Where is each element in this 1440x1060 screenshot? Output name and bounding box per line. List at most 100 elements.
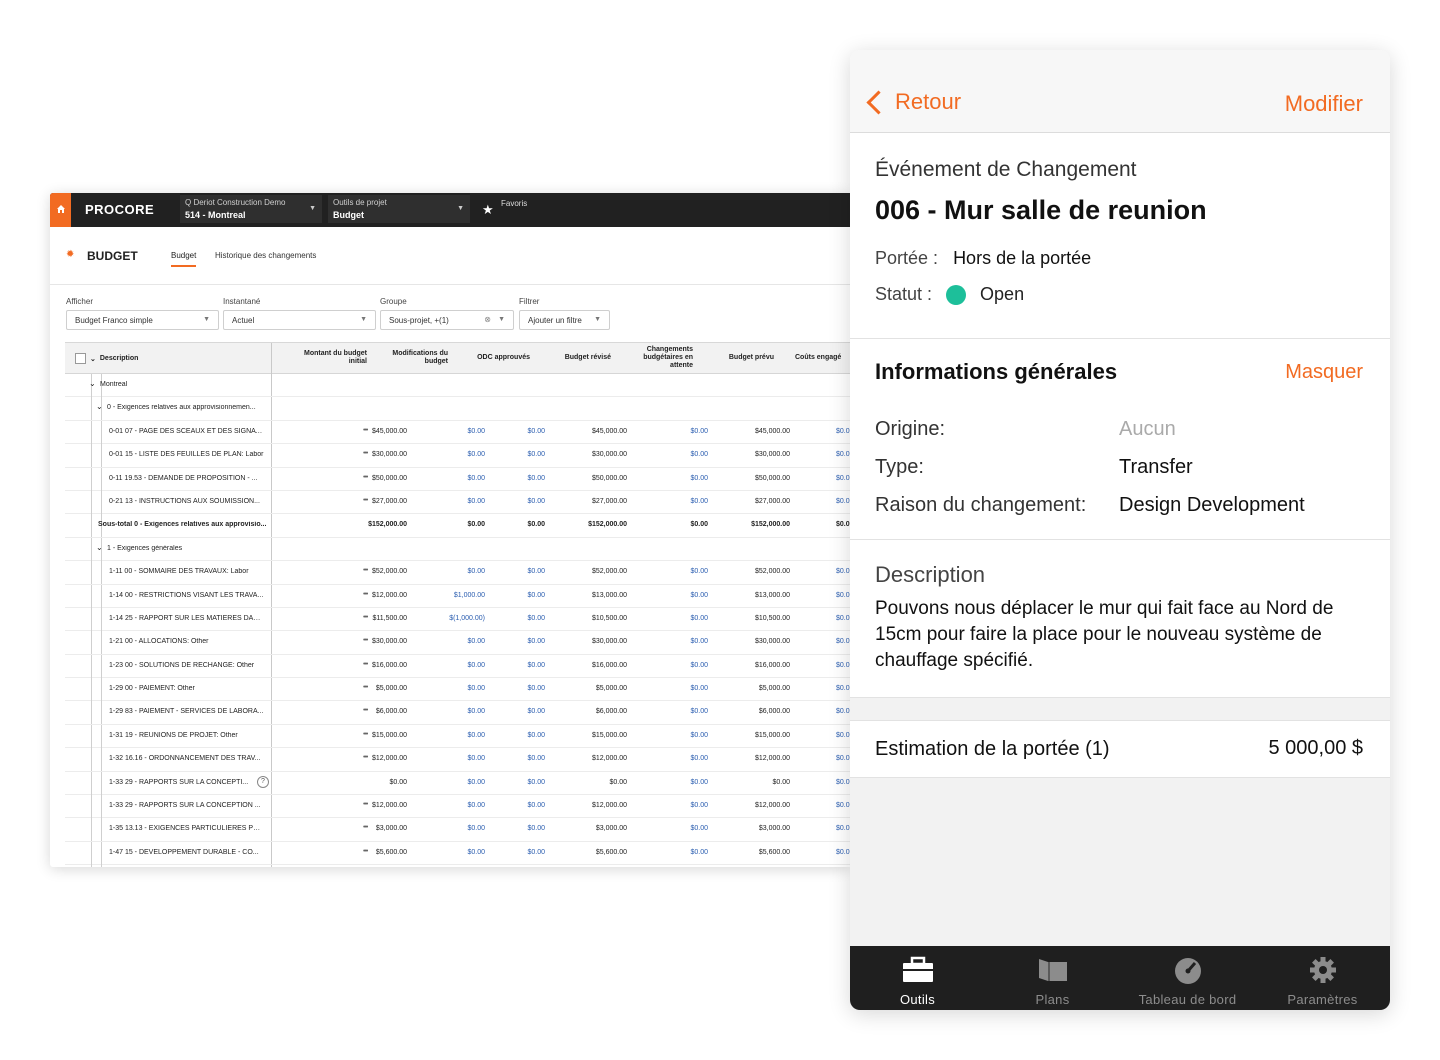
more-options-icon[interactable]: ••• [363,567,368,574]
tab-change-history[interactable]: Historique des changements [215,251,316,260]
info-icon[interactable]: ? [257,775,269,788]
row-value[interactable]: $1,000.00 [454,592,485,599]
table-row[interactable]: 1-11 00 - SOMMAIRE DES TRAVAUX: Labor $52… [65,561,850,585]
group-row[interactable]: ⌄ Montreal [65,374,850,398]
table-row[interactable]: 1-21 00 - ALLOCATIONS: Other $30,000.00 $0… [65,631,850,655]
row-value[interactable]: $0.00 [527,615,545,622]
row-value[interactable]: $0.00 [467,475,485,482]
header-projected-budget[interactable]: Budget prévu [705,343,774,373]
chevron-down-icon[interactable]: ⌄ [89,379,96,388]
chevron-down-icon[interactable]: ⌄ [90,355,96,363]
row-value[interactable]: $0.00 [527,521,545,528]
group-select[interactable]: Sous-projet, +(1) ⊗ ▼ [380,310,514,330]
row-value[interactable]: $0.00 [527,568,545,575]
snapshot-select[interactable]: Actuel ▼ [223,310,376,330]
row-value[interactable]: $0.00 [690,662,708,669]
row-value[interactable]: $0.00 [690,498,708,505]
more-options-icon[interactable]: ••• [363,848,368,855]
table-row[interactable]: 1-14 00 - RESTRICTIONS VISANT LES TRAVA.… [65,584,850,608]
row-value[interactable]: $0.00 [527,732,545,739]
row-value[interactable]: $0.00 [527,685,545,692]
edit-button[interactable]: Modifier [1285,91,1363,117]
more-options-icon[interactable]: ••• [363,684,368,691]
table-row[interactable]: 1-33 29 - RAPPORTS SUR LA CONCEPTION ...… [65,795,850,819]
row-value[interactable]: $0.00 [467,568,485,575]
row-value[interactable]: $0.00 [527,825,545,832]
more-options-icon[interactable]: ••• [363,754,368,761]
tool-selector[interactable]: Outils de projet Budget ▼ [328,195,470,223]
header-approved-cos[interactable]: ODC approuvés [460,343,530,373]
row-value[interactable]: $0.00 [527,802,545,809]
row-value[interactable]: $0.00 [690,638,708,645]
scope-estimate-row[interactable]: Estimation de la portée (1) 5 000,00 $ [850,721,1390,778]
clear-icon[interactable]: ⊗ [484,315,491,324]
more-options-icon[interactable]: ••• [363,801,368,808]
more-options-icon[interactable]: ••• [363,824,368,831]
header-budget-modifications[interactable]: Modifications du budget [380,343,448,373]
table-row[interactable]: 1-35 13.13 - EXIGENCES PARTICULIÈRES PO.… [65,818,850,842]
row-value[interactable]: $0.00 [690,802,708,809]
more-options-icon[interactable]: ••• [363,637,368,644]
row-value[interactable]: $0.00 [467,451,485,458]
row-value[interactable]: $0.00 [527,849,545,856]
table-row[interactable]: 1-29 83 - PAIEMENT - SERVICES DE LABORA.… [65,701,850,725]
row-value[interactable]: $0.00 [690,732,708,739]
row-value[interactable]: $0.00 [527,662,545,669]
group-row[interactable]: ⌄ 0 - Exigences relatives aux approvisio… [65,397,850,421]
row-value[interactable]: $0.00 [690,568,708,575]
table-row[interactable]: 1-14 25 - RAPPORT SUR LES MATIÈRES DAN..… [65,607,850,632]
row-value[interactable]: $(1,000.00) [449,615,485,622]
table-row[interactable]: 0-01 15 - LISTE DES FEUILLES DE PLAN: La… [65,444,850,468]
row-value[interactable]: $0.00 [527,638,545,645]
tab-dashboard[interactable]: Tableau de bord [1120,946,1255,1010]
row-value[interactable]: $0.00 [467,498,485,505]
row-value[interactable]: $0.00 [690,779,708,786]
group-row[interactable]: ⌄ 1 - Exigences générales [65,537,850,562]
more-options-icon[interactable]: ••• [363,474,368,481]
row-value[interactable]: $0.00 [467,802,485,809]
row-value[interactable]: $0.00 [467,428,485,435]
table-row[interactable]: 0-21 13 - INSTRUCTIONS AUX SOUMISSION...… [65,490,850,515]
row-value[interactable]: $0.00 [527,428,545,435]
favorites-link[interactable]: Favoris [501,199,527,208]
row-value[interactable]: $0.00 [527,475,545,482]
table-row[interactable]: 1-31 19 - RÉUNIONS DE PROJET: Other $15,0… [65,724,850,749]
row-value[interactable]: $0.00 [690,708,708,715]
tab-outils[interactable]: Outils [850,946,985,1010]
header-committed-costs[interactable]: Coûts engagé [795,343,850,373]
chevron-down-icon[interactable]: ⌄ [96,402,103,411]
row-value[interactable]: $0.00 [467,779,485,786]
row-value[interactable]: $0.00 [527,498,545,505]
more-options-icon[interactable]: ••• [363,707,368,714]
header-pending-changes[interactable]: Changements budgétaires en attente [625,343,693,373]
row-value[interactable]: $0.00 [467,685,485,692]
tab-settings[interactable]: Paramètres [1255,946,1390,1010]
row-value[interactable]: $0.00 [690,428,708,435]
row-value[interactable]: $0.00 [690,451,708,458]
row-value[interactable]: $0.00 [467,708,485,715]
row-value[interactable]: $0.00 [690,475,708,482]
row-value[interactable]: $0.00 [690,592,708,599]
more-options-icon[interactable]: ••• [363,731,368,738]
more-options-icon[interactable]: ••• [363,591,368,598]
row-value[interactable]: $0.00 [527,708,545,715]
row-value[interactable]: $0.00 [467,755,485,762]
select-all-checkbox[interactable] [75,353,86,364]
table-row[interactable]: 1-32 16.16 - ORDONNANCEMENT DES TRAV... $… [65,748,850,772]
row-value[interactable]: $0.00 [690,755,708,762]
tab-budget[interactable]: Budget [171,251,197,267]
subtotal-row[interactable]: Sous-total 0 - Exigences relatives aux a… [65,514,850,538]
more-options-icon[interactable]: ••• [363,450,368,457]
row-value[interactable]: $0.00 [690,615,708,622]
more-options-icon[interactable]: ••• [363,427,368,434]
table-row[interactable]: 1-47 15 - DÉVELOPPEMENT DURABLE - CO... $… [65,841,850,866]
row-value[interactable]: $0.00 [690,521,708,528]
table-row[interactable]: 1-23 00 - SOLUTIONS DE RECHANGE: Other $1… [65,654,850,679]
view-select[interactable]: Budget Franco simple ▼ [66,310,219,330]
star-icon[interactable]: ★ [482,202,494,218]
tab-plans[interactable]: Plans [985,946,1120,1010]
settings-gear-icon[interactable]: ✹ [66,249,74,260]
row-value[interactable]: $0.00 [527,779,545,786]
hide-section-button[interactable]: Masquer [1285,361,1363,384]
table-row[interactable]: 1-29 00 - PAIEMENT: Other $5,000.00 $0.00 $… [65,678,850,702]
